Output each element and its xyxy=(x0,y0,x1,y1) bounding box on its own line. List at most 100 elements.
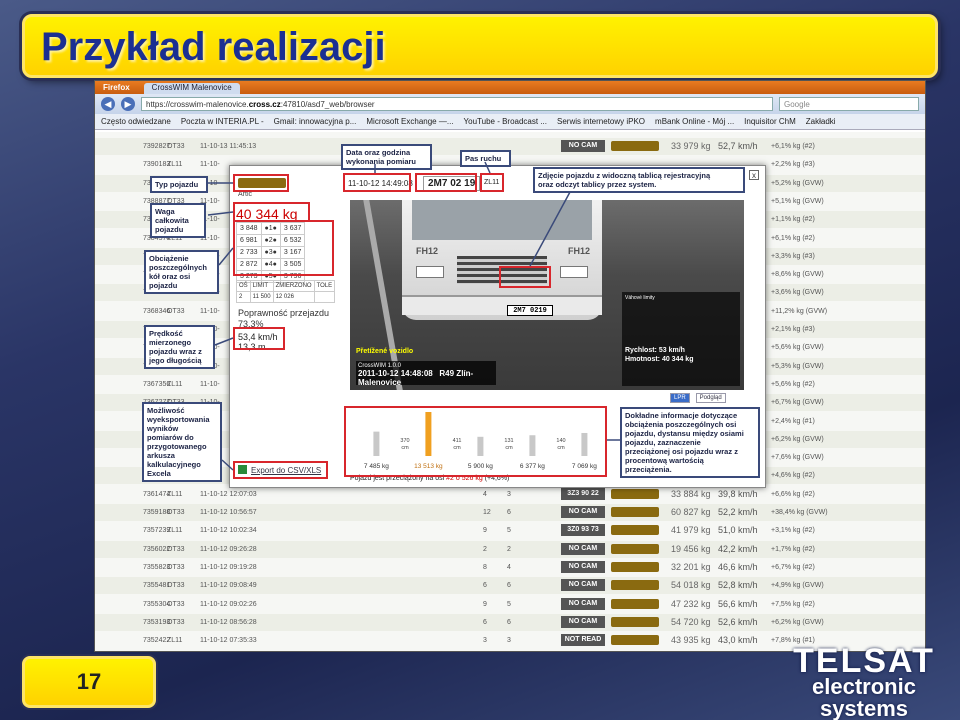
slide-title-bar: Przykład realizacji xyxy=(22,14,938,78)
truck-cab: FH12 FH12 xyxy=(402,200,602,320)
cell-plate: NO CAM xyxy=(561,597,605,610)
limit-value: 11 500 xyxy=(249,291,274,303)
highlight-weight xyxy=(233,202,310,222)
cell-ov: +6,7% kg (GVW) xyxy=(771,399,824,407)
table-row[interactable]: 7355823 OT33 11-10-12 09:19:28 8 4 NO CAM 32 2… xyxy=(95,559,925,576)
cell-ov: +5,6% kg (#2) xyxy=(771,380,815,388)
cell-ov: +1,7% kg (#2) xyxy=(771,545,815,553)
page-number: 17 xyxy=(22,656,156,708)
bookmark-item[interactable]: Często odwiedzane xyxy=(101,117,171,126)
limit-header: OŚ xyxy=(236,280,251,292)
highlight-plate xyxy=(415,173,477,192)
cell-speed: 52,6 km/h xyxy=(718,616,758,627)
url-input[interactable]: https://crosswim-malenovice.cross.cz:478… xyxy=(141,97,773,111)
callout-speed: Prędkość mierzonego pojazdu wraz z jego … xyxy=(144,325,215,369)
firefox-menu-button[interactable]: Firefox xyxy=(103,83,130,94)
cell-weight: 43 935 kg xyxy=(671,635,711,646)
bookmark-item[interactable]: YouTube - Broadcast ... xyxy=(464,117,547,126)
cell-weight: 41 979 kg xyxy=(671,525,711,536)
table-row[interactable]: 7357239 ZL11 11-10-12 10:02:34 9 5 3Z0 93 73 4… xyxy=(95,522,925,539)
forward-icon[interactable]: ▶ xyxy=(121,97,135,111)
truck-icon xyxy=(611,580,659,591)
cell-weight: 54 018 kg xyxy=(671,580,711,591)
cell-a: 2 xyxy=(483,545,487,553)
cell-weight: 33 979 kg xyxy=(671,141,711,151)
cell-ov: +6,1% kg (#2) xyxy=(771,143,815,150)
callout-photo: Zdjęcie pojazdu z widoczną tablicą rejes… xyxy=(533,167,745,193)
cell-weight: 32 201 kg xyxy=(671,561,711,572)
cell-ov: +5,1% kg (GVW) xyxy=(771,197,824,205)
cell-dt: 11-10-12 09:02:26 xyxy=(200,600,257,608)
callout-export: Możliwość wyeksportowania wyników pomiar… xyxy=(142,402,222,482)
cell-dt: 11-10-12 08:56:28 xyxy=(200,618,257,626)
cell-plate: NO CAM xyxy=(561,615,605,628)
cell-plate: 3Z3 90 22 xyxy=(561,487,605,500)
browser-navbar: ◀ ▶ https://crosswim-malenovice.cross.cz… xyxy=(95,94,925,114)
bookmark-item[interactable]: Inquisitor ChM xyxy=(744,117,796,126)
cell-plate: NO CAM xyxy=(561,140,605,152)
tab-preview[interactable]: Podgląd xyxy=(695,393,726,403)
table-row[interactable]: 7355481 OT33 11-10-12 09:08:49 6 6 NO CAM 54 0… xyxy=(95,577,925,595)
bookmark-item[interactable]: Serwis internetowy iPKO xyxy=(557,117,645,126)
cell-ov: +7,5% kg (#2) xyxy=(771,600,815,608)
cell-ov: +1,1% kg (#2) xyxy=(771,216,815,224)
cell-speed: 52,7 km/h xyxy=(718,141,758,151)
cell-dt: 11-10-12 07:35:33 xyxy=(200,637,257,645)
search-input[interactable]: Google xyxy=(779,97,919,111)
logo-line-1: TELSAT xyxy=(793,642,935,680)
cell-speed: 46,6 km/h xyxy=(718,561,758,572)
highlight-speed xyxy=(233,327,285,350)
tab-lpr[interactable]: LPR xyxy=(670,393,690,403)
cab-badge-right: FH12 xyxy=(567,246,590,256)
browser-tab[interactable]: CrossWIM Malenovice xyxy=(143,83,240,94)
cell-plate: NO CAM xyxy=(561,579,605,592)
table-row[interactable]: 7361474 ZL11 11-10-12 12:07:03 4 3 3Z3 90 22 3… xyxy=(95,486,925,503)
limit-value xyxy=(313,291,336,303)
cell-dt: 11-10-12 09:26:28 xyxy=(200,545,257,553)
cell-lane: OT33 xyxy=(167,143,185,150)
table-row[interactable]: 7353193 OT33 11-10-12 08:56:28 6 6 NO CAM 54 7… xyxy=(95,613,925,631)
cell-b: 4 xyxy=(507,563,511,571)
limit-header: ZMIERZONO xyxy=(272,280,315,292)
table-row[interactable]: 7359188 OT33 11-10-12 10:56:57 12 6 NO CAM 60 … xyxy=(95,504,925,521)
stamp-datetime: 2011-10-12 14:48:08 xyxy=(358,369,433,378)
headlight-left xyxy=(416,266,444,278)
cell-ov: +2,4% kg (#1) xyxy=(771,417,815,425)
close-icon[interactable]: x xyxy=(749,170,759,180)
cell-a: 6 xyxy=(483,582,487,590)
bookmark-item[interactable]: Zakładki xyxy=(806,117,836,126)
cell-b: 6 xyxy=(507,582,511,590)
cell-plate: 3Z0 93 73 xyxy=(561,524,605,537)
table-row[interactable]: 7356022 OT33 11-10-12 09:26:28 2 2 NO CAM 19 4… xyxy=(95,540,925,558)
cell-ov: +11,2% kg (GVW) xyxy=(771,307,828,315)
cell-plate: NO CAM xyxy=(561,542,605,555)
cell-ov: +3,3% kg (#3) xyxy=(771,252,815,260)
cell-a: 6 xyxy=(483,618,487,626)
cell-dt: 11-10- xyxy=(200,161,220,169)
company-logo: TELSAT electronic systems xyxy=(784,642,944,720)
bookmark-item[interactable]: Gmail: innowacyjna p... xyxy=(274,117,357,126)
photo-speed: 53 km/h xyxy=(658,347,685,354)
browser-titlebar: Firefox CrossWIM Malenovice xyxy=(95,81,925,94)
bookmark-item[interactable]: mBank Online - Mój ... xyxy=(655,117,734,126)
table-row[interactable]: 7355304 OT33 11-10-12 09:02:26 9 5 NO CAM 47 2… xyxy=(95,596,925,613)
cell-weight: 19 456 kg xyxy=(671,543,711,554)
logo-line-3: systems xyxy=(819,696,909,720)
cell-dt: 11-10-12 10:02:34 xyxy=(200,527,257,535)
axle-limit-table: OŚ LIMIT ZMIERZONO TOLE 2 11 500 12 026 xyxy=(236,280,336,303)
headlight-right xyxy=(560,266,588,278)
cell-lane: OT33 xyxy=(167,563,185,571)
cell-a: 4 xyxy=(483,490,487,498)
cell-ov: +4,6% kg (#2) xyxy=(771,472,815,480)
accuracy-label: Poprawność przejazdu xyxy=(238,308,330,318)
cell-speed: 42,2 km/h xyxy=(718,543,758,554)
cell-ov: +2,1% kg (#3) xyxy=(771,326,815,333)
cell-plate: NOT READ xyxy=(561,634,605,647)
cell-ov: +6,7% kg (#2) xyxy=(771,563,815,571)
bookmark-item[interactable]: Poczta w INTERIA.PL - xyxy=(181,117,264,126)
back-icon[interactable]: ◀ xyxy=(101,97,115,111)
cell-a: 3 xyxy=(483,637,487,645)
cell-lane: OT33 xyxy=(167,600,185,608)
bookmark-item[interactable]: Microsoft Exchange —... xyxy=(366,117,453,126)
photo-overload-tag: Přetížené vozidlo xyxy=(356,348,414,355)
